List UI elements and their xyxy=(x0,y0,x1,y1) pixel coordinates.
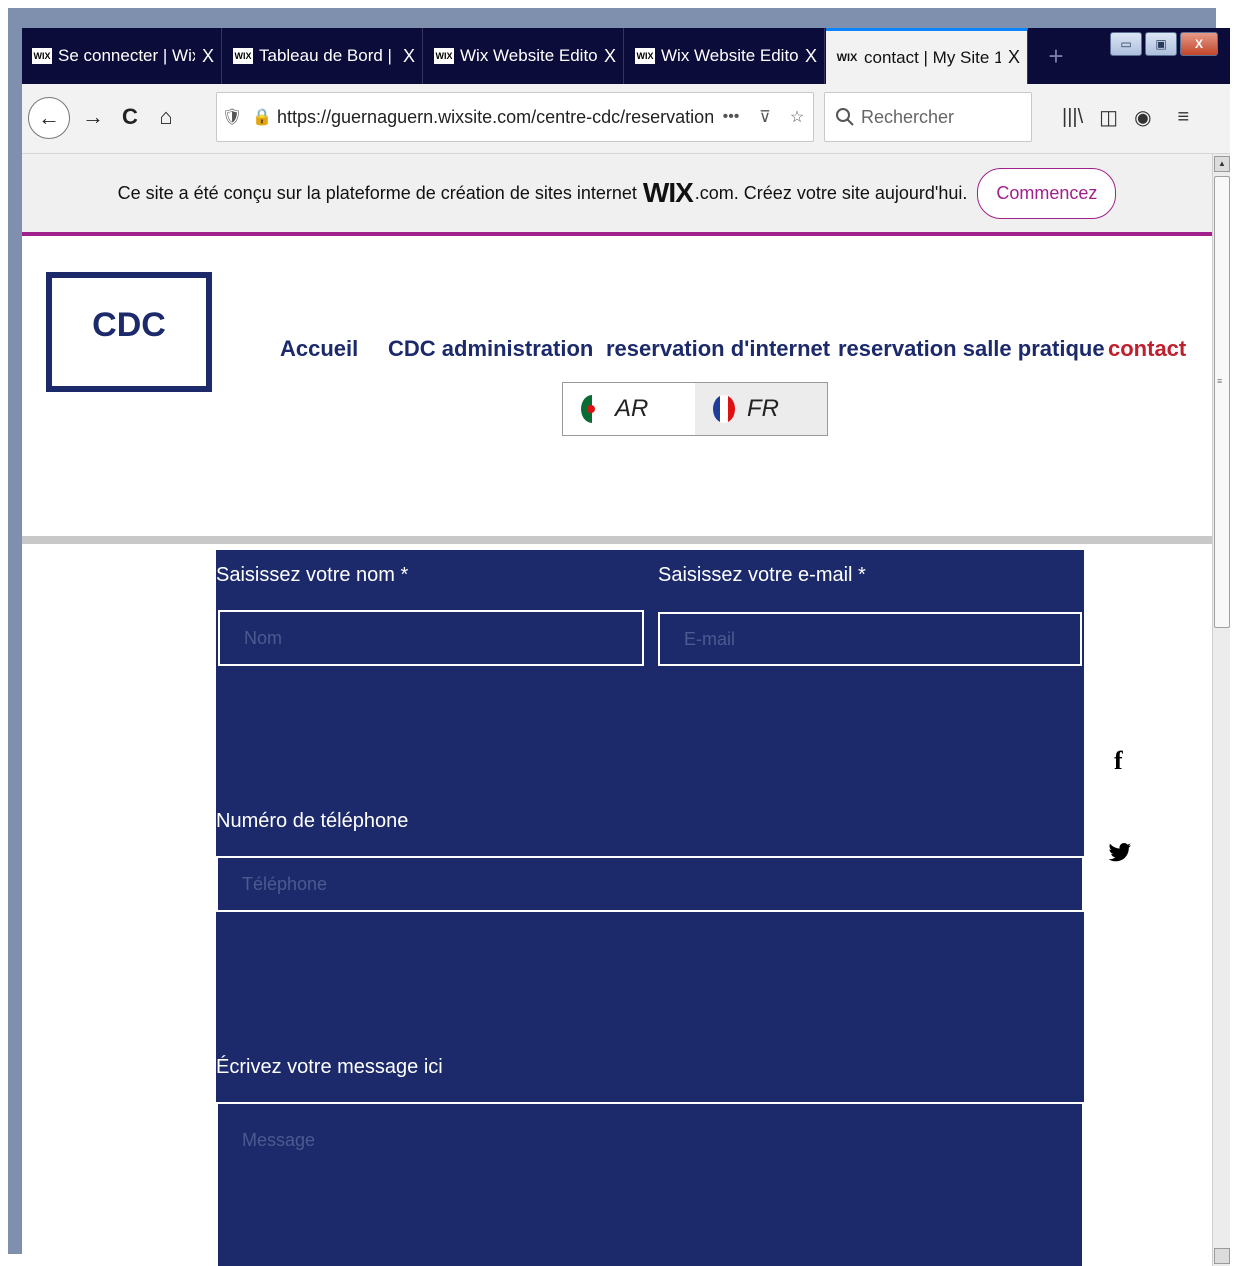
language-label: FR xyxy=(747,395,779,422)
menu-icon[interactable]: ≡ xyxy=(1178,106,1190,129)
tab-title: Se connecter | Wix xyxy=(58,46,195,65)
back-button[interactable]: ← xyxy=(28,97,70,139)
close-tab-icon[interactable]: X xyxy=(1001,47,1027,68)
window-controls: ▭ ▣ X xyxy=(1110,32,1218,58)
wix-favicon-icon: WIX xyxy=(233,48,253,64)
language-label: AR xyxy=(615,395,649,422)
reload-button[interactable]: C xyxy=(112,94,148,140)
scroll-thumb[interactable] xyxy=(1214,176,1230,628)
flag-algeria-icon xyxy=(581,395,603,423)
forward-button[interactable]: → xyxy=(76,94,110,140)
phone-label: Numéro de téléphone xyxy=(216,810,409,832)
close-window-button[interactable]: X xyxy=(1180,32,1218,56)
close-tab-icon[interactable]: X xyxy=(798,46,824,67)
tab-title: Wix Website Editor xyxy=(460,46,597,65)
toolbar-icons: |||\ ◫ ◉ ≡ xyxy=(1062,94,1189,140)
menu-item-reservation-salle[interactable]: reservation salle pratique xyxy=(838,336,1105,366)
tab-wix-editor-2[interactable]: WIX Wix Website Editor X xyxy=(625,28,825,84)
name-placeholder: Nom xyxy=(244,627,283,648)
tab-title: Tableau de Bord | Wi xyxy=(259,46,396,65)
url-text[interactable]: https://guernaguern.wixsite.com/centre-c… xyxy=(277,107,713,128)
navigation-toolbar: ← → C ⌂ 🛡 🔒 https://guernaguern.wixsite.… xyxy=(22,84,1230,154)
email-field[interactable]: E-mail xyxy=(658,612,1082,666)
tab-title: Wix Website Editor xyxy=(661,46,798,65)
window-frame-top xyxy=(8,8,1230,28)
wix-banner-text-after: .com. Créez votre site aujourd'hui. xyxy=(694,182,968,203)
site-header: CDC Accueil CDC administration reservati… xyxy=(22,240,1212,544)
close-tab-icon[interactable]: X xyxy=(396,46,422,67)
shield-icon[interactable]: 🛡 xyxy=(217,107,247,127)
frame-top xyxy=(0,0,1238,8)
restore-button[interactable]: ▣ xyxy=(1145,32,1177,56)
tab-strip: WIX Se connecter | Wix X WIX Tableau de … xyxy=(22,28,1230,84)
wix-banner: Ce site a été conçu sur la plateforme de… xyxy=(22,154,1212,236)
name-label: Saisissez votre nom * xyxy=(216,564,409,586)
contact-form: Saisissez votre nom * Saisissez votre e-… xyxy=(216,550,1084,1266)
search-icon xyxy=(836,108,854,126)
email-label: Saisissez votre e-mail * xyxy=(658,564,866,586)
facebook-icon[interactable]: f xyxy=(1114,746,1123,776)
email-placeholder: E-mail xyxy=(684,628,736,649)
wix-favicon-icon: WIX xyxy=(32,48,52,64)
name-field[interactable]: Nom xyxy=(218,610,644,666)
menu-item-contact[interactable]: contact xyxy=(1108,336,1186,366)
tab-title: contact | My Site 1 xyxy=(864,47,1001,67)
minimize-button[interactable]: ▭ xyxy=(1110,32,1142,56)
commencez-button[interactable]: Commencez xyxy=(977,167,1117,219)
flag-france-icon xyxy=(713,395,735,423)
site-logo[interactable]: CDC xyxy=(46,272,212,392)
menu-item-accueil[interactable]: Accueil xyxy=(280,336,358,366)
close-tab-icon[interactable]: X xyxy=(597,46,623,67)
tab-tableau-de-bord[interactable]: WIX Tableau de Bord | Wi X xyxy=(223,28,423,84)
message-label: Écrivez votre message ici xyxy=(216,1056,443,1078)
bookmark-star-icon[interactable]: ☆ xyxy=(781,107,813,127)
new-tab-button[interactable]: + xyxy=(1036,28,1076,84)
lock-icon[interactable]: 🔒 xyxy=(247,107,277,127)
close-tab-icon[interactable]: X xyxy=(195,46,221,67)
window-frame-left xyxy=(8,8,22,1254)
wix-logo: WIX xyxy=(642,177,694,208)
search-bar[interactable]: Rechercher xyxy=(824,92,1032,142)
message-placeholder: Message xyxy=(242,1130,316,1150)
frame-right-strip xyxy=(1216,8,1230,28)
account-icon[interactable]: ◉ xyxy=(1134,105,1151,130)
wix-favicon-icon: WIX xyxy=(434,48,454,64)
language-switcher: AR FR xyxy=(562,382,828,436)
scroll-up-icon[interactable]: ▲ xyxy=(1214,156,1230,172)
sidebar-icon[interactable]: ◫ xyxy=(1099,105,1118,130)
wix-favicon-icon: WIX xyxy=(635,48,655,64)
library-icon[interactable]: |||\ xyxy=(1062,106,1083,129)
wix-banner-text: Ce site a été conçu sur la plateforme de… xyxy=(117,182,637,203)
wix-favicon-icon: WIX xyxy=(836,51,858,64)
language-option-ar[interactable]: AR xyxy=(563,383,695,435)
pocket-icon[interactable]: ⊽ xyxy=(749,107,781,127)
page-content: Ce site a été conçu sur la plateforme de… xyxy=(22,154,1212,1266)
site-logo-text: CDC xyxy=(92,305,166,344)
search-placeholder: Rechercher xyxy=(861,106,955,127)
menu-item-cdc-administration[interactable]: CDC administration xyxy=(388,336,593,366)
url-bar[interactable]: 🛡 🔒 https://guernaguern.wixsite.com/cent… xyxy=(216,92,814,142)
desktop: WIX Se connecter | Wix X WIX Tableau de … xyxy=(0,0,1238,1266)
menu-item-reservation-internet[interactable]: reservation d'internet xyxy=(606,336,830,366)
scroll-down-icon[interactable] xyxy=(1214,1248,1230,1264)
language-option-fr[interactable]: FR xyxy=(695,383,827,435)
page-scrollbar[interactable]: ▲ ≡ xyxy=(1212,154,1230,1266)
tab-se-connecter[interactable]: WIX Se connecter | Wix X xyxy=(22,28,222,84)
phone-placeholder: Téléphone xyxy=(242,873,328,894)
phone-field[interactable]: Téléphone xyxy=(216,856,1084,912)
header-divider xyxy=(22,536,1212,544)
scroll-grip-icon: ≡ xyxy=(1217,376,1223,386)
tab-wix-editor-1[interactable]: WIX Wix Website Editor X xyxy=(424,28,624,84)
twitter-icon[interactable] xyxy=(1108,842,1132,864)
message-field[interactable]: Message xyxy=(216,1102,1084,1266)
tab-contact[interactable]: WIX contact | My Site 1 X xyxy=(826,28,1028,84)
page-actions-icon[interactable]: ••• xyxy=(713,108,749,126)
home-button[interactable]: ⌂ xyxy=(148,94,184,140)
